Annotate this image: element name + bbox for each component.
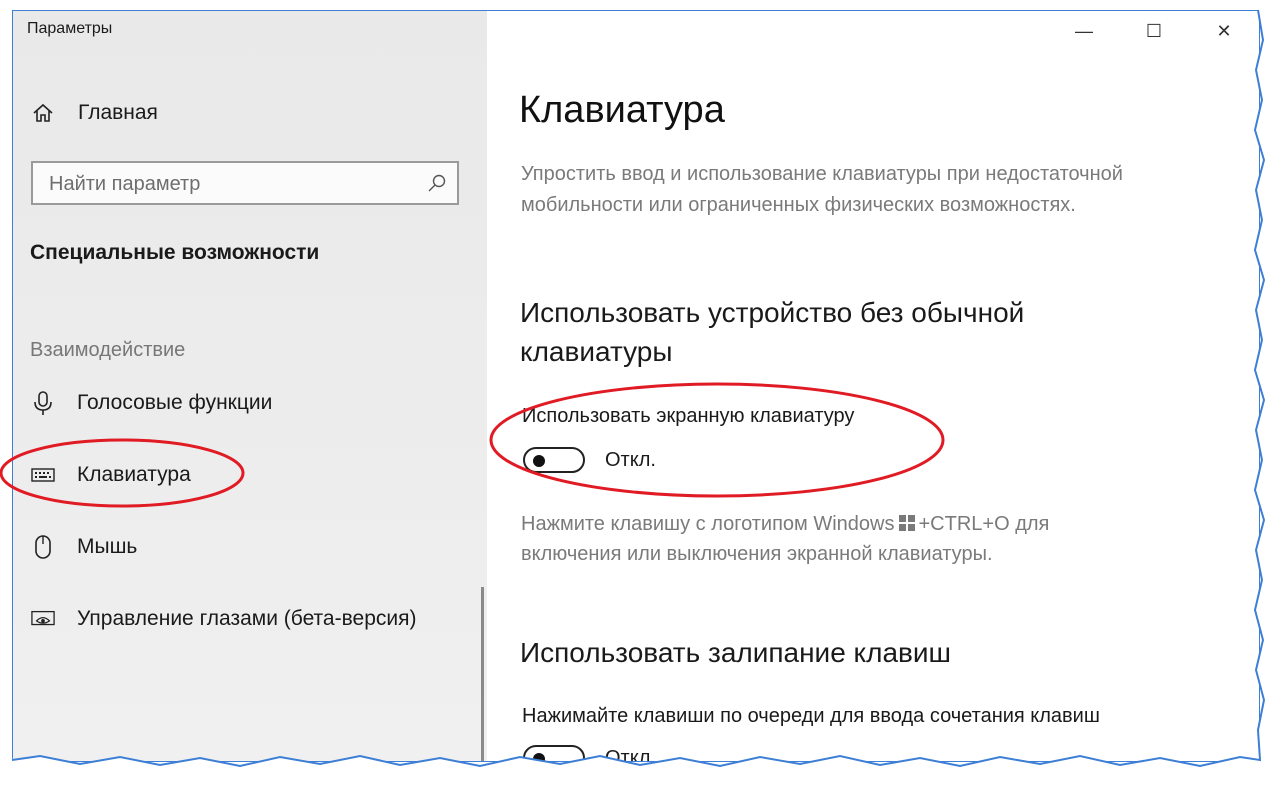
osk-hint: Нажмите клавишу с логотипом Windows +CTRL…: [521, 509, 1141, 569]
sidebar-item-label: Клавиатура: [77, 463, 191, 486]
sidebar-item-keyboard[interactable]: Клавиатура: [13, 453, 487, 497]
page-title: Клавиатура: [519, 89, 725, 131]
windows-logo-icon: [898, 510, 915, 531]
maximize-icon: ☐: [1145, 20, 1163, 41]
sidebar-item-mouse[interactable]: Мышь: [13, 525, 487, 569]
close-button[interactable]: ✕: [1189, 17, 1259, 45]
osk-toggle-state: Откл.: [605, 449, 656, 471]
group-label: Взаимодействие: [30, 339, 186, 361]
sidebar-item-label: Голосовые функции: [77, 391, 273, 414]
section-heading: Специальные возможности: [30, 241, 320, 264]
sidebar-item-eye-control[interactable]: Управление глазами (бета-версия): [13, 597, 487, 641]
osk-toggle[interactable]: [523, 447, 585, 473]
minimize-button[interactable]: —: [1049, 17, 1119, 45]
page-description: Упростить ввод и использование клавиатур…: [521, 163, 1123, 216]
section-heading-sticky-keys: Использовать залипание клавиш: [520, 637, 952, 668]
window-controls: — ☐ ✕: [1049, 17, 1259, 45]
toggle-knob: [533, 753, 545, 761]
keyboard-icon: [31, 463, 55, 487]
sidebar-item-label: Главная: [78, 101, 158, 124]
minimize-icon: —: [1075, 20, 1093, 41]
home-icon: [31, 101, 55, 125]
sticky-keys-toggle-state: Откл.: [605, 747, 656, 762]
window-title: Параметры: [27, 20, 113, 37]
sticky-keys-setting-label: Нажимайте клавиши по очереди для ввода с…: [522, 705, 1100, 727]
toggle-knob: [533, 455, 545, 467]
sidebar-item-voice[interactable]: Голосовые функции: [13, 381, 487, 425]
section-heading-no-keyboard: Использовать устройство без обычной клав…: [520, 297, 1025, 367]
sidebar-item-label: Управление глазами (бета-версия): [77, 607, 417, 630]
sidebar: Параметры Главная Специальные возможност…: [13, 11, 487, 761]
eye-control-icon: [31, 607, 55, 631]
osk-setting-label: Использовать экранную клавиатуру: [522, 405, 855, 427]
search-icon[interactable]: [427, 173, 447, 193]
microphone-icon: [31, 391, 55, 415]
sticky-keys-toggle[interactable]: [523, 745, 585, 761]
hint-text-start: Нажмите клавишу с логотипом Windows: [521, 513, 895, 535]
sidebar-item-home[interactable]: Главная: [13, 91, 487, 135]
settings-window: Параметры Главная Специальные возможност…: [12, 10, 1260, 762]
search-input[interactable]: [47, 169, 411, 199]
sidebar-scrollbar[interactable]: [481, 587, 484, 761]
main-content: — ☐ ✕ Клавиатура Упростить ввод и исполь…: [487, 11, 1259, 761]
mouse-icon: [31, 535, 55, 559]
maximize-button[interactable]: ☐: [1119, 17, 1189, 45]
close-icon: ✕: [1216, 20, 1232, 41]
sidebar-item-label: Мышь: [77, 535, 138, 558]
search-box[interactable]: [31, 161, 459, 205]
